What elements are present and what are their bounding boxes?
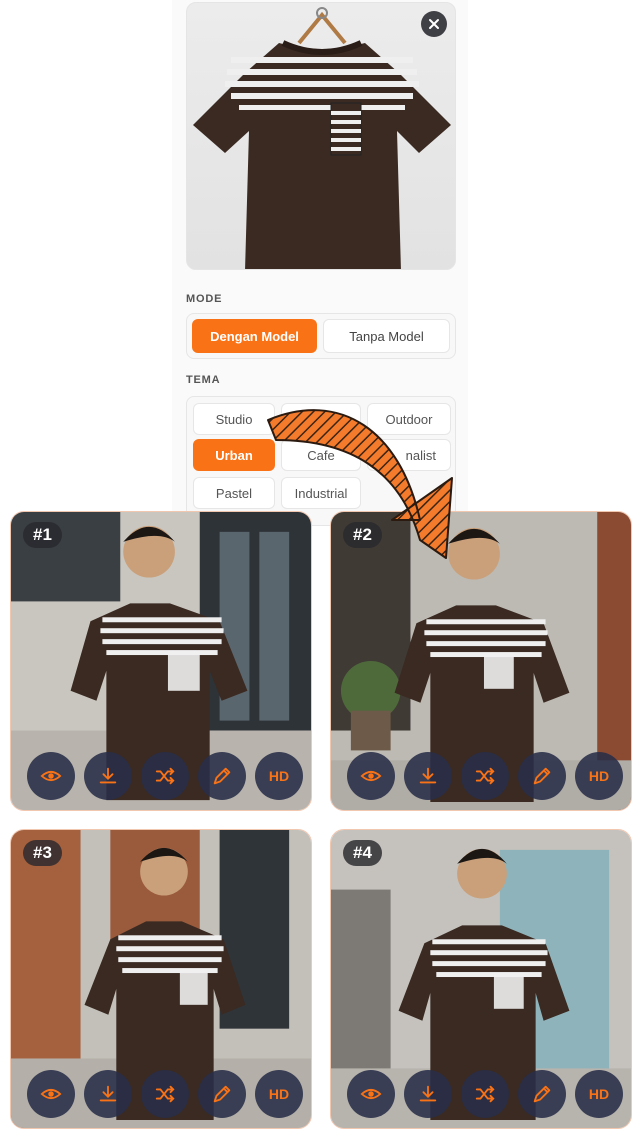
tema-option-outdoor[interactable]: Outdoor xyxy=(367,403,451,435)
uploaded-product-image xyxy=(186,2,456,270)
result-actions: HD xyxy=(27,752,303,800)
pencil-icon[interactable] xyxy=(518,1070,566,1118)
eye-icon[interactable] xyxy=(27,1070,75,1118)
result-number-badge: #4 xyxy=(343,840,382,866)
tema-label: TEMA xyxy=(186,374,221,386)
result-actions: HD xyxy=(347,752,623,800)
tema-option-hidden[interactable] xyxy=(281,403,361,435)
result-actions: HD xyxy=(27,1070,303,1118)
mode-option-tanpa-model[interactable]: Tanpa Model xyxy=(323,319,450,353)
download-icon[interactable] xyxy=(84,752,132,800)
close-icon[interactable] xyxy=(421,11,447,37)
tshirt-product-photo xyxy=(193,7,451,269)
pencil-icon[interactable] xyxy=(518,752,566,800)
result-card-3[interactable]: #3 HD xyxy=(10,829,312,1129)
tema-option-studio[interactable]: Studio xyxy=(193,403,275,435)
tema-selector: Studio Outdoor Urban Cafe nalist Pastel … xyxy=(186,396,456,526)
mode-option-dengan-model[interactable]: Dengan Model xyxy=(192,319,317,353)
shuffle-icon[interactable] xyxy=(141,1070,189,1118)
tema-option-industrial[interactable]: Industrial xyxy=(281,477,361,509)
eye-icon[interactable] xyxy=(27,752,75,800)
mode-selector: Dengan Model Tanpa Model xyxy=(186,313,456,359)
tema-option-urban[interactable]: Urban xyxy=(193,439,275,471)
shuffle-icon[interactable] xyxy=(461,1070,509,1118)
mode-label: MODE xyxy=(186,293,223,305)
pencil-icon[interactable] xyxy=(198,752,246,800)
result-card-1[interactable]: #1 HD xyxy=(10,511,312,811)
download-icon[interactable] xyxy=(404,1070,452,1118)
result-number-badge: #2 xyxy=(343,522,382,548)
eye-icon[interactable] xyxy=(347,1070,395,1118)
tema-option-pastel[interactable]: Pastel xyxy=(193,477,275,509)
hd-button[interactable]: HD xyxy=(575,1070,623,1118)
pencil-icon[interactable] xyxy=(198,1070,246,1118)
result-card-4[interactable]: #4 HD xyxy=(330,829,632,1129)
eye-icon[interactable] xyxy=(347,752,395,800)
hd-button[interactable]: HD xyxy=(255,1070,303,1118)
tema-option-minimalist[interactable]: nalist xyxy=(367,439,451,471)
tema-option-cafe[interactable]: Cafe xyxy=(281,439,361,471)
download-icon[interactable] xyxy=(404,752,452,800)
hd-button[interactable]: HD xyxy=(575,752,623,800)
result-number-badge: #1 xyxy=(23,522,62,548)
download-icon[interactable] xyxy=(84,1070,132,1118)
shuffle-icon[interactable] xyxy=(461,752,509,800)
result-actions: HD xyxy=(347,1070,623,1118)
hd-button[interactable]: HD xyxy=(255,752,303,800)
shuffle-icon[interactable] xyxy=(141,752,189,800)
result-number-badge: #3 xyxy=(23,840,62,866)
result-card-2[interactable]: #2 HD xyxy=(330,511,632,811)
